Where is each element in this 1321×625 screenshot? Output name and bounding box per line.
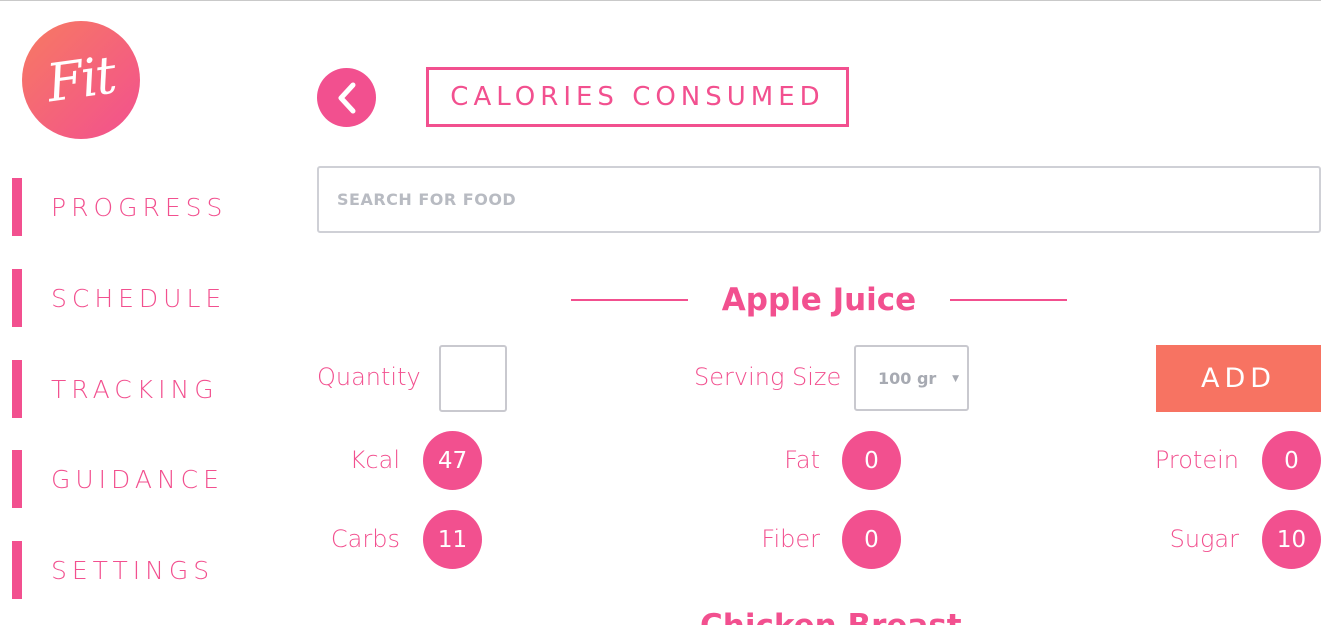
fat-value: 0 bbox=[842, 431, 901, 490]
food-title: Apple Juice bbox=[571, 278, 1067, 322]
page-title-box: CALORIES CONSUMED bbox=[426, 67, 849, 127]
sidebar-item-label: SETTINGS bbox=[51, 555, 215, 585]
sugar-value: 10 bbox=[1262, 510, 1321, 569]
sidebar-item-label: SCHEDULE bbox=[51, 283, 227, 313]
serving-size-value: 100 gr bbox=[878, 368, 937, 388]
carbs-label: Carbs bbox=[330, 525, 400, 553]
title-divider-right bbox=[950, 299, 1067, 301]
top-divider bbox=[0, 0, 1321, 1]
quantity-label: Quantity bbox=[317, 363, 421, 391]
dropdown-caret-icon: ▼ bbox=[952, 374, 959, 384]
protein-value: 0 bbox=[1262, 431, 1321, 490]
back-button[interactable] bbox=[317, 68, 376, 127]
sidebar-item-guidance[interactable]: GUIDANCE bbox=[12, 450, 242, 508]
sidebar-item-tracking[interactable]: TRACKING bbox=[12, 360, 242, 418]
quantity-input[interactable] bbox=[439, 345, 507, 412]
carbs-value: 11 bbox=[423, 510, 482, 569]
sidebar-item-label: PROGRESS bbox=[51, 192, 228, 222]
sidebar-indicator bbox=[12, 178, 22, 236]
page-title: CALORIES CONSUMED bbox=[450, 82, 825, 112]
fiber-label: Fiber bbox=[761, 525, 820, 553]
sidebar-indicator bbox=[12, 269, 22, 327]
sidebar-item-schedule[interactable]: SCHEDULE bbox=[12, 269, 242, 327]
sidebar-indicator bbox=[12, 360, 22, 418]
kcal-label: Kcal bbox=[349, 446, 400, 474]
sidebar-item-label: TRACKING bbox=[51, 374, 219, 404]
sidebar-indicator bbox=[12, 541, 22, 599]
sugar-label: Sugar bbox=[1169, 525, 1239, 553]
search-input[interactable] bbox=[317, 166, 1321, 233]
fat-label: Fat bbox=[784, 446, 820, 474]
serving-size-select[interactable]: 100 gr ▼ bbox=[854, 345, 969, 411]
app-logo[interactable]: Fit bbox=[22, 21, 140, 139]
kcal-value: 47 bbox=[423, 431, 482, 490]
serving-size-label: Serving Size bbox=[694, 363, 842, 391]
sidebar-item-label: GUIDANCE bbox=[51, 464, 224, 494]
protein-label: Protein bbox=[1154, 446, 1239, 474]
sidebar-indicator bbox=[12, 450, 22, 508]
sidebar-item-progress[interactable]: PROGRESS bbox=[12, 178, 242, 236]
title-divider-left bbox=[571, 299, 688, 301]
fiber-value: 0 bbox=[842, 510, 901, 569]
sidebar-item-settings[interactable]: SETTINGS bbox=[12, 541, 242, 599]
logo-text: Fit bbox=[43, 45, 119, 115]
food-name: Apple Juice bbox=[721, 282, 917, 318]
chevron-left-icon bbox=[338, 82, 355, 113]
next-food-name: Chicken Breast bbox=[700, 608, 962, 625]
add-button[interactable]: ADD bbox=[1156, 345, 1321, 412]
